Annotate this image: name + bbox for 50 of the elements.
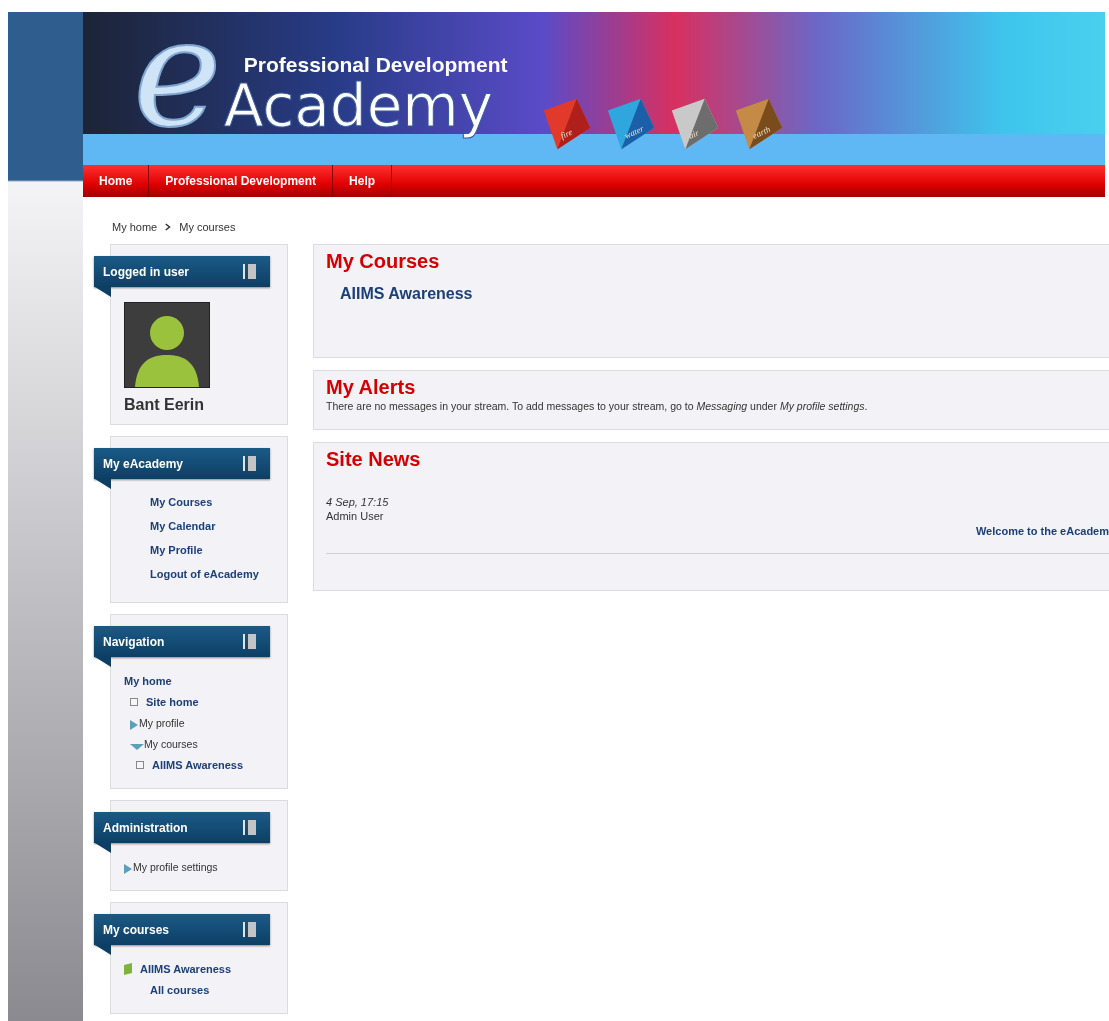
nav-link[interactable]: AIIMS Awareness	[152, 758, 244, 771]
dock-icon[interactable]	[243, 922, 256, 937]
nav-link[interactable]: All courses	[130, 983, 210, 996]
section-title: My Alerts	[326, 376, 417, 399]
dock-icon[interactable]	[243, 634, 256, 649]
nav-link[interactable]: My profile	[139, 716, 185, 729]
nav-link[interactable]: My profile settings	[133, 860, 218, 873]
sidebar-link[interactable]: My Courses	[150, 496, 287, 508]
sidebar-link[interactable]: My Calendar	[150, 520, 287, 532]
breadcrumb-link[interactable]: My courses	[179, 221, 236, 233]
menu-item[interactable]: Professional Development	[149, 165, 334, 197]
menu-item[interactable]: Help	[333, 165, 393, 197]
user-name: Bant Eerin	[124, 396, 205, 414]
block-title: My eAcademy	[103, 456, 184, 471]
dock-icon[interactable]	[243, 820, 256, 835]
dock-icon[interactable]	[243, 264, 256, 279]
ribbon-fold	[95, 657, 111, 667]
nav-link[interactable]: My courses	[144, 737, 198, 750]
dock-icon[interactable]	[243, 456, 256, 471]
ribbon-fold	[95, 945, 111, 955]
nav-link[interactable]: My home	[124, 674, 172, 687]
block-title: Administration	[103, 820, 188, 835]
nav-link[interactable]: Site home	[146, 695, 199, 708]
collapsed-arrow-icon[interactable]	[130, 719, 138, 730]
logo-letter: e	[133, 12, 222, 143]
block-title: Navigation	[103, 634, 165, 649]
course-link[interactable]: AIIMS Awareness	[326, 273, 1109, 303]
post-author: Admin User	[326, 510, 385, 522]
sidebar-link[interactable]: My Profile	[150, 544, 287, 556]
ribbon-fold	[95, 843, 111, 853]
square-icon	[136, 760, 144, 769]
expanded-arrow-icon[interactable]	[130, 743, 144, 750]
sidebar-link[interactable]: Logout of eAcademy	[150, 568, 287, 580]
menu-item[interactable]: Home	[83, 165, 150, 197]
block-title: My courses	[103, 922, 170, 937]
post-date: 4 Sep, 17:15	[326, 496, 390, 508]
block-title: Logged in user	[103, 264, 189, 279]
section-title: Site News	[326, 448, 422, 471]
square-icon	[130, 697, 138, 706]
alert-message: There are no messages in your stream. To add messages to your stream, go to Messaging under My profile settings.	[326, 400, 869, 412]
ribbon-fold	[95, 287, 111, 297]
ribbon-fold	[95, 479, 111, 489]
section-title: My Courses	[326, 250, 441, 273]
book-icon	[124, 962, 132, 975]
collapsed-arrow-icon[interactable]	[124, 863, 132, 874]
nav-link[interactable]: AIIMS Awareness	[140, 962, 232, 975]
breadcrumb-link[interactable]: My home	[112, 221, 158, 233]
banner-subtitle: Professional Development	[242, 53, 508, 77]
chevron-icon	[165, 223, 172, 231]
post-link[interactable]: Welcome to the eAcadem	[326, 525, 1109, 537]
